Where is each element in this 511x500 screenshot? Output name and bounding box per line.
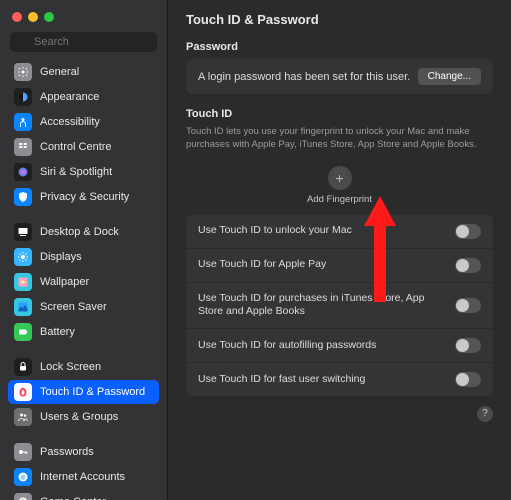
close-window-button[interactable] <box>12 12 22 22</box>
toggle-label: Use Touch ID for fast user switching <box>198 373 365 387</box>
page-title: Touch ID & Password <box>186 12 493 27</box>
sidebar-item-label: Internet Accounts <box>40 471 125 483</box>
sidebar-icon <box>14 63 32 81</box>
add-fingerprint-button[interactable]: + Add Fingerprint <box>186 166 493 205</box>
sidebar-item-label: Privacy & Security <box>40 191 129 203</box>
sidebar-item-lock-screen[interactable]: Lock Screen <box>8 355 159 379</box>
sidebar-icon <box>14 493 32 500</box>
sidebar-icon <box>14 223 32 241</box>
system-settings-window: General Appearance Accessibility Control Ce… <box>0 0 511 500</box>
sidebar-item-label: Battery <box>40 326 75 338</box>
sidebar-item-internet-accounts[interactable]: @ Internet Accounts <box>8 465 159 489</box>
password-panel: A login password has been set for this u… <box>186 59 493 94</box>
sidebar-icon <box>14 383 32 401</box>
sidebar-item-control-centre[interactable]: Control Centre <box>8 135 159 159</box>
minimize-window-button[interactable] <box>28 12 38 22</box>
sidebar-icon <box>14 298 32 316</box>
sidebar-item-label: Game Center <box>40 496 106 500</box>
sidebar-item-label: General <box>40 66 79 78</box>
sidebar-item-label: Wallpaper <box>40 276 89 288</box>
sidebar-item-label: Touch ID & Password <box>40 386 145 398</box>
sidebar-item-screen-saver[interactable]: Screen Saver <box>8 295 159 319</box>
window-controls <box>0 8 167 32</box>
toggle-label: Use Touch ID to unlock your Mac <box>198 224 352 238</box>
svg-text:@: @ <box>20 475 26 481</box>
sidebar-item-label: Screen Saver <box>40 301 107 313</box>
sidebar-item-appearance[interactable]: Appearance <box>8 85 159 109</box>
toggle-switch[interactable] <box>455 338 481 353</box>
sidebar-item-game-center[interactable]: Game Center <box>8 490 159 500</box>
sidebar-icon: @ <box>14 468 32 486</box>
sidebar-item-battery[interactable]: Battery <box>8 320 159 344</box>
sidebar-icon <box>14 88 32 106</box>
sidebar-icon <box>14 443 32 461</box>
search-input[interactable] <box>10 32 157 52</box>
sidebar-icon <box>14 163 32 181</box>
touchid-toggle-list: Use Touch ID to unlock your Mac Use Touch… <box>186 215 493 396</box>
add-fingerprint-label: Add Fingerprint <box>307 194 372 205</box>
sidebar-item-displays[interactable]: Displays <box>8 245 159 269</box>
toggle-switch[interactable] <box>455 258 481 273</box>
toggle-row: Use Touch ID for autofilling passwords <box>186 329 493 363</box>
sidebar-item-label: Appearance <box>40 91 99 103</box>
sidebar-icon <box>14 323 32 341</box>
sidebar-item-siri-spotlight[interactable]: Siri & Spotlight <box>8 160 159 184</box>
toggle-switch[interactable] <box>455 224 481 239</box>
sidebar-item-touch-id-password[interactable]: Touch ID & Password <box>8 380 159 404</box>
toggle-switch[interactable] <box>455 372 481 387</box>
sidebar-item-label: Desktop & Dock <box>40 226 119 238</box>
toggle-label: Use Touch ID for Apple Pay <box>198 258 326 272</box>
sidebar-item-label: Control Centre <box>40 141 112 153</box>
toggle-row: Use Touch ID for fast user switching <box>186 363 493 396</box>
sidebar: General Appearance Accessibility Control Ce… <box>0 0 168 500</box>
help-button[interactable]: ? <box>477 406 493 422</box>
main-pane: Touch ID & Password Password A login pas… <box>168 0 511 500</box>
toggle-row: Use Touch ID for purchases in iTunes Sto… <box>186 283 493 329</box>
toggle-row: Use Touch ID for Apple Pay <box>186 249 493 283</box>
sidebar-item-desktop-dock[interactable]: Desktop & Dock <box>8 220 159 244</box>
sidebar-item-label: Lock Screen <box>40 361 101 373</box>
plus-icon: + <box>328 166 352 190</box>
sidebar-item-accessibility[interactable]: Accessibility <box>8 110 159 134</box>
sidebar-item-wallpaper[interactable]: Wallpaper <box>8 270 159 294</box>
password-status-text: A login password has been set for this u… <box>198 71 410 83</box>
change-password-button[interactable]: Change... <box>418 68 481 85</box>
sidebar-item-label: Displays <box>40 251 82 263</box>
sidebar-item-passwords[interactable]: Passwords <box>8 440 159 464</box>
toggle-row: Use Touch ID to unlock your Mac <box>186 215 493 249</box>
sidebar-item-privacy-security[interactable]: Privacy & Security <box>8 185 159 209</box>
sidebar-item-label: Siri & Spotlight <box>40 166 112 178</box>
sidebar-icon <box>14 188 32 206</box>
toggle-label: Use Touch ID for autofilling passwords <box>198 339 376 353</box>
sidebar-icon <box>14 113 32 131</box>
sidebar-icon <box>14 248 32 266</box>
sidebar-icon <box>14 138 32 156</box>
sidebar-item-general[interactable]: General <box>8 60 159 84</box>
sidebar-item-label: Passwords <box>40 446 94 458</box>
sidebar-icon <box>14 408 32 426</box>
sidebar-nav: General Appearance Accessibility Control Ce… <box>0 60 167 500</box>
sidebar-item-label: Users & Groups <box>40 411 118 423</box>
touchid-section-title: Touch ID <box>186 108 493 120</box>
sidebar-item-users-groups[interactable]: Users & Groups <box>8 405 159 429</box>
sidebar-icon <box>14 358 32 376</box>
toggle-label: Use Touch ID for purchases in iTunes Sto… <box>198 292 441 319</box>
zoom-window-button[interactable] <box>44 12 54 22</box>
touchid-description: Touch ID lets you use your fingerprint t… <box>186 126 493 152</box>
sidebar-icon <box>14 273 32 291</box>
toggle-switch[interactable] <box>455 298 481 313</box>
sidebar-item-label: Accessibility <box>40 116 100 128</box>
password-section-title: Password <box>186 41 493 53</box>
